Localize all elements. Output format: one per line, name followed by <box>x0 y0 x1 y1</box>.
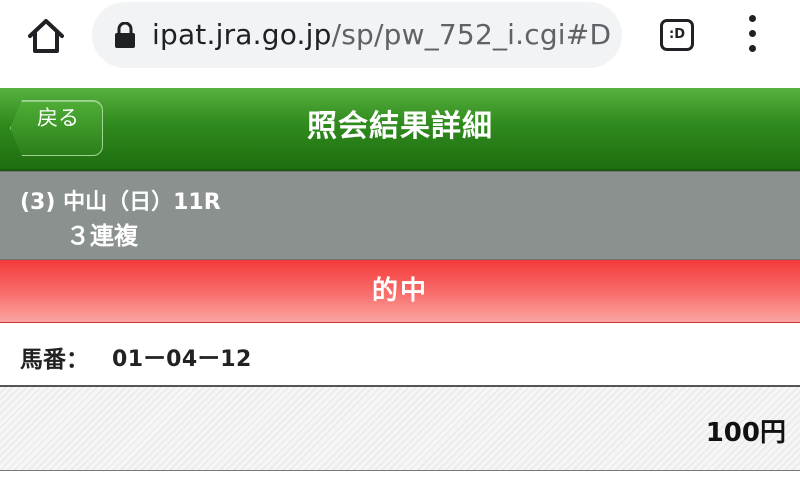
app-header: 照会結果詳細 戻る <box>0 88 800 171</box>
page-background <box>0 472 800 501</box>
browser-toolbar: ipat.jra.go.jp/sp/pw_752_i.cgi#D :D <box>0 0 800 88</box>
tab-switcher-icon[interactable]: :D <box>660 19 694 51</box>
horse-number-label: 馬番： <box>20 347 89 373</box>
result-banner: 的中 <box>0 260 800 323</box>
back-button[interactable]: 戻る <box>10 100 103 156</box>
address-bar[interactable]: ipat.jra.go.jp/sp/pw_752_i.cgi#D <box>92 2 622 68</box>
home-icon[interactable] <box>24 14 68 58</box>
page-title: 照会結果詳細 <box>307 109 493 144</box>
horse-number-value: 01ー04ー12 <box>112 347 252 372</box>
horse-number-row: 馬番： 01ー04ー12 <box>0 323 800 387</box>
race-info-band: (3) 中山（日）11R ３連複 <box>0 171 800 260</box>
bet-type: ３連複 <box>66 222 138 250</box>
url-host: ipat.jra.go.jp <box>152 18 332 51</box>
race-name: (3) 中山（日）11R <box>20 190 221 215</box>
url-path: /sp/pw_752_i.cgi#D <box>331 18 612 51</box>
bet-amount: 100円 <box>705 418 786 448</box>
amount-row: 100円 <box>0 387 800 471</box>
lock-icon <box>114 21 136 48</box>
url-text: ipat.jra.go.jp/sp/pw_752_i.cgi#D <box>152 14 611 56</box>
more-vert-icon[interactable] <box>744 15 760 57</box>
